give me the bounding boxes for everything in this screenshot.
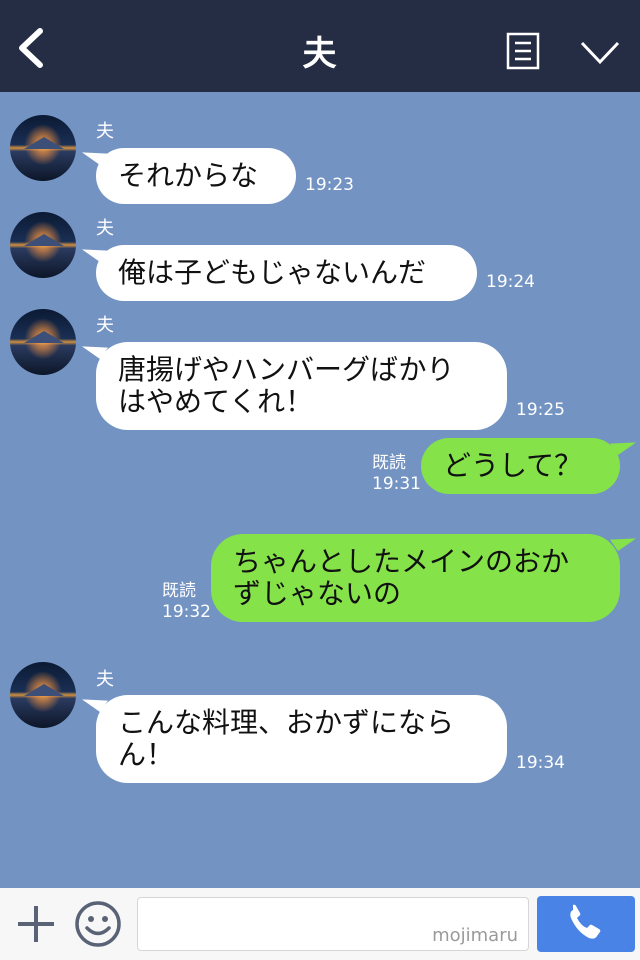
sender-name: 夫 <box>96 315 114 336</box>
message-bubble[interactable]: こんな料理、おかずになら ん！ <box>96 695 507 783</box>
sender-name: 夫 <box>96 669 114 690</box>
read-receipt: 既読 <box>372 453 406 473</box>
message-time: 19:24 <box>486 272 535 292</box>
message-time: 19:32 <box>162 602 211 622</box>
message-text: それからな <box>118 159 259 192</box>
message-text-line: ちゃんとしたメインのおか <box>233 545 570 578</box>
message-text: どうして？ <box>443 449 583 482</box>
plus-icon[interactable] <box>16 904 56 944</box>
read-receipt: 既読 <box>162 581 196 601</box>
message-text-line: ん！ <box>118 738 175 771</box>
phone-icon <box>570 904 601 939</box>
message-text-line: 唐揚げやハンバーグばかり <box>118 353 455 386</box>
message-time: 19:31 <box>372 474 421 494</box>
call-button[interactable] <box>537 896 635 952</box>
message-text-line: こんな料理、おかずになら <box>118 706 455 739</box>
message-bubble[interactable]: 俺は子どもじゃないんだ <box>96 245 477 301</box>
message-time: 19:25 <box>516 400 565 420</box>
chat-header: 夫 <box>0 0 640 92</box>
message-time: 19:23 <box>305 175 354 195</box>
message-input[interactable]: mojimaru <box>137 897 529 951</box>
chevron-down-icon[interactable] <box>580 40 620 66</box>
input-bar: mojimaru <box>0 888 640 960</box>
message-time: 19:34 <box>516 753 565 773</box>
message-text: 俺は子どもじゃないんだ <box>118 256 427 289</box>
sender-name: 夫 <box>96 218 114 239</box>
message-bubble[interactable]: 唐揚げやハンバーグばかり はやめてくれ！ <box>96 342 507 430</box>
avatar[interactable] <box>10 115 76 181</box>
message-bubble[interactable]: ちゃんとしたメインのおか ずじゃないの <box>211 534 620 622</box>
message-bubble[interactable]: どうして？ <box>421 438 620 494</box>
message-text-line: ずじゃないの <box>233 577 402 610</box>
sender-name: 夫 <box>96 121 114 142</box>
message-bubble[interactable]: それからな <box>96 148 296 204</box>
note-list-icon[interactable] <box>506 32 540 70</box>
avatar[interactable] <box>10 212 76 278</box>
message-text-line: はやめてくれ！ <box>118 385 314 418</box>
avatar[interactable] <box>10 309 76 375</box>
chat-title: 夫 <box>302 34 338 74</box>
avatar[interactable] <box>10 662 76 728</box>
watermark: mojimaru <box>432 925 518 946</box>
smiley-icon[interactable] <box>74 900 122 948</box>
